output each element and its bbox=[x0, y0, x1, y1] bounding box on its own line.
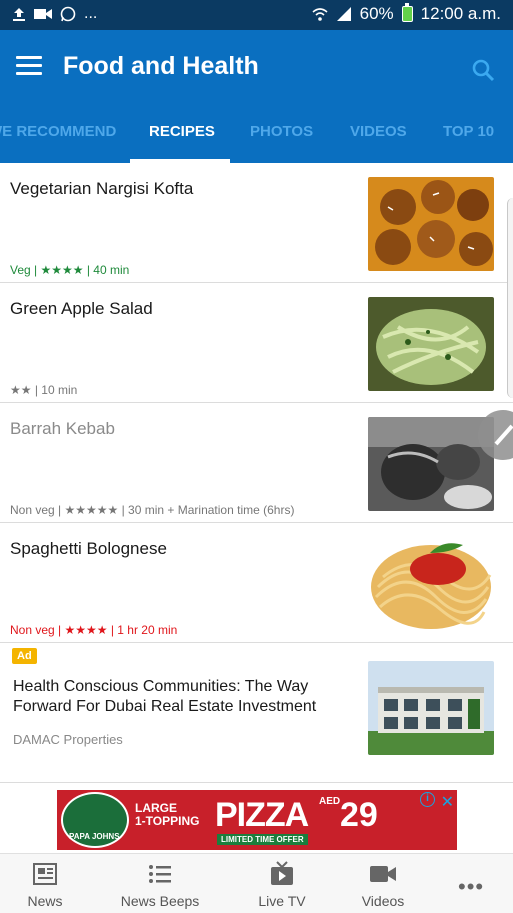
battery-percent: 60% bbox=[359, 4, 394, 23]
upload-icon bbox=[13, 8, 25, 21]
tab-recipes[interactable]: RECIPES bbox=[149, 123, 215, 140]
recipe-thumbnail bbox=[368, 297, 494, 391]
signal-icon bbox=[336, 7, 351, 21]
recipe-thumbnail bbox=[368, 417, 494, 511]
list-icon bbox=[115, 862, 205, 886]
ad-source: DAMAC Properties bbox=[13, 732, 123, 747]
wifi-icon bbox=[312, 8, 328, 21]
sponsored-item[interactable]: Ad Health Conscious Communities: The Way… bbox=[0, 643, 513, 783]
ad-info-icon[interactable]: i bbox=[420, 792, 435, 807]
list-item[interactable]: Vegetarian Nargisi Kofta Veg | ★★★★ | 40… bbox=[0, 163, 513, 283]
ad-thumbnail bbox=[368, 661, 494, 755]
banner-size: LARGE 1-TOPPING bbox=[135, 801, 200, 828]
tab-videos[interactable]: VIDEOS bbox=[350, 123, 407, 140]
recipe-title: Spaghetti Bolognese bbox=[10, 539, 167, 558]
ad-title: Health Conscious Communities: The Way Fo… bbox=[13, 678, 317, 715]
recipe-meta: ★★ | 10 min bbox=[10, 383, 78, 397]
recipe-meta: Veg | ★★★★ | 40 min bbox=[10, 263, 130, 277]
nav-label: News bbox=[27, 893, 63, 909]
clock: 12:00 a.m. bbox=[420, 4, 501, 23]
recipe-title: Barrah Kebab bbox=[10, 419, 115, 438]
status-right-icons: 60% 12:00 a.m. bbox=[312, 3, 501, 24]
status-bar: ... 60% 12:00 a.m. bbox=[0, 0, 513, 30]
banner-ad[interactable]: PAPA JOHNS LARGE 1-TOPPING PIZZA AED 29 … bbox=[57, 790, 457, 850]
nav-label: Live TV bbox=[258, 893, 306, 909]
brand-name: PAPA JOHNS bbox=[69, 832, 120, 841]
nav-live-tv[interactable]: Live TV bbox=[237, 861, 327, 909]
recipe-title: Vegetarian Nargisi Kofta bbox=[10, 179, 194, 198]
list-item[interactable]: Barrah Kebab Non veg | ★★★★★ | 30 min + … bbox=[0, 403, 513, 523]
recipe-thumbnail bbox=[368, 177, 494, 271]
tab-top-10[interactable]: TOP 10 bbox=[443, 123, 494, 140]
edge-panel-strip[interactable] bbox=[507, 198, 513, 398]
banner-offer: LIMITED TIME OFFER bbox=[217, 834, 308, 845]
recipe-thumbnail bbox=[368, 537, 494, 631]
video-icon bbox=[34, 9, 52, 19]
recipe-meta: Non veg | ★★★★★ | 30 min + Marination ti… bbox=[10, 503, 295, 517]
nav-videos[interactable]: Videos bbox=[338, 862, 428, 909]
status-overflow: ... bbox=[84, 5, 98, 22]
edge-handle[interactable] bbox=[478, 410, 513, 460]
ad-badge: Ad bbox=[12, 648, 37, 664]
nav-label: Videos bbox=[361, 893, 405, 909]
hamburger-menu-icon[interactable] bbox=[16, 56, 42, 76]
recipe-list: Vegetarian Nargisi Kofta Veg | ★★★★ | 40… bbox=[0, 163, 513, 783]
recipe-meta: Non veg | ★★★★ | 1 hr 20 min bbox=[10, 623, 178, 637]
search-icon[interactable] bbox=[471, 58, 495, 82]
nav-news-beeps[interactable]: News Beeps bbox=[115, 862, 205, 909]
banner-headline: PIZZA bbox=[215, 796, 309, 834]
banner-price: 29 bbox=[340, 796, 378, 834]
recipe-title: Green Apple Salad bbox=[10, 299, 153, 318]
page-title: Food and Health bbox=[63, 52, 259, 80]
newspaper-icon bbox=[0, 862, 90, 886]
banner-currency: AED bbox=[319, 796, 341, 807]
video-camera-icon bbox=[338, 862, 428, 886]
app-bar: Food and Health WE RECOMMEND RECIPES PHO… bbox=[0, 30, 513, 163]
more-options-icon[interactable]: ••• bbox=[458, 874, 484, 900]
battery-icon bbox=[401, 3, 413, 22]
list-item[interactable]: Green Apple Salad ★★ | 10 min bbox=[0, 283, 513, 403]
nav-news[interactable]: News bbox=[0, 862, 90, 909]
nav-label: News Beeps bbox=[120, 893, 200, 909]
list-item[interactable]: Spaghetti Bolognese Non veg | ★★★★ | 1 h… bbox=[0, 523, 513, 643]
tv-icon bbox=[237, 861, 327, 886]
tab-bar: WE RECOMMEND RECIPES PHOTOS VIDEOS TOP 1… bbox=[0, 118, 513, 163]
tab-photos[interactable]: PHOTOS bbox=[250, 123, 313, 140]
whatsapp-icon bbox=[60, 6, 76, 22]
pencil-icon bbox=[494, 424, 513, 446]
status-left-icons: ... bbox=[12, 5, 97, 23]
bottom-navigation: News News Beeps Live TV Videos ••• bbox=[0, 853, 513, 913]
close-icon[interactable]: ✕ bbox=[441, 792, 454, 812]
tab-we-recommend[interactable]: WE RECOMMEND bbox=[0, 123, 116, 140]
